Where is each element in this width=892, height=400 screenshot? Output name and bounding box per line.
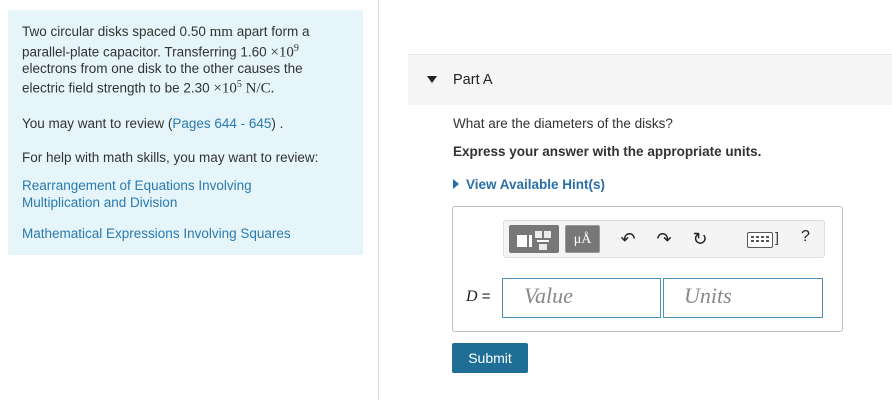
answer-box: μÅ ↶ ↷ ↻ ] ? D = Value Units bbox=[452, 206, 843, 332]
value-input[interactable]: Value bbox=[502, 278, 661, 318]
problem-unit: mm bbox=[209, 24, 233, 40]
question-text: What are the diameters of the disks? bbox=[453, 116, 673, 131]
equals-sign: = bbox=[477, 288, 491, 305]
part-a-header[interactable]: Part A bbox=[408, 54, 892, 105]
math-toolbar: μÅ ↶ ↷ ↻ ] ? bbox=[503, 220, 825, 258]
problem-text: electric field strength to be 2.30 bbox=[22, 80, 214, 96]
help-text: For help with math skills, you may want … bbox=[22, 150, 319, 165]
problem-unit: N/C. bbox=[241, 80, 275, 97]
part-title: Part A bbox=[453, 72, 493, 88]
problem-text: Two circular disks spaced 0.50 bbox=[22, 24, 210, 39]
problem-text: electrons from one disk to the other cau… bbox=[22, 60, 303, 76]
reset-icon[interactable]: ↻ bbox=[688, 227, 712, 251]
submit-button[interactable]: Submit bbox=[452, 343, 528, 373]
keyboard-icon[interactable] bbox=[747, 232, 773, 248]
problem-math: ×10 bbox=[213, 80, 237, 97]
problem-statement: Two circular disks spaced 0.50 mm apart … bbox=[22, 24, 352, 97]
review-text: You may want to review (Pages 644 - 645)… bbox=[22, 116, 283, 131]
units-input[interactable]: Units bbox=[663, 278, 823, 318]
review-prefix: You may want to review ( bbox=[22, 116, 173, 131]
pages-link[interactable]: Pages 644 - 645 bbox=[172, 116, 271, 131]
templates-icon bbox=[517, 231, 551, 250]
templates-button[interactable] bbox=[509, 225, 559, 253]
caret-down-icon[interactable] bbox=[427, 76, 437, 83]
column-divider bbox=[378, 0, 379, 400]
rearrangement-link[interactable]: Rearrangement of Equations Involving Mul… bbox=[22, 178, 322, 211]
keyboard-keys bbox=[751, 236, 769, 242]
help-icon[interactable]: ? bbox=[801, 228, 810, 246]
problem-math: ×10 bbox=[270, 44, 294, 60]
problem-exponent: 9 bbox=[293, 42, 299, 54]
problem-panel: Two circular disks spaced 0.50 mm apart … bbox=[8, 10, 363, 255]
hints-label: View Available Hint(s) bbox=[466, 177, 606, 192]
answer-label: D = bbox=[466, 288, 491, 306]
instruction-text: Express your answer with the appropriate… bbox=[453, 144, 762, 159]
caret-right-icon bbox=[453, 179, 459, 189]
units-button[interactable]: μÅ bbox=[565, 225, 600, 253]
review-suffix: ) . bbox=[271, 116, 284, 131]
problem-text: parallel-plate capacitor. Transferring 1… bbox=[22, 44, 271, 59]
problem-text: apart form a bbox=[232, 24, 310, 39]
undo-icon[interactable]: ↶ bbox=[616, 227, 640, 251]
math-expressions-link[interactable]: Mathematical Expressions Involving Squar… bbox=[22, 226, 291, 241]
keyboard-bracket: ] bbox=[775, 229, 779, 245]
variable-label: D bbox=[466, 288, 478, 305]
view-hints-link[interactable]: View Available Hint(s) bbox=[453, 177, 605, 192]
redo-icon[interactable]: ↷ bbox=[652, 227, 676, 251]
